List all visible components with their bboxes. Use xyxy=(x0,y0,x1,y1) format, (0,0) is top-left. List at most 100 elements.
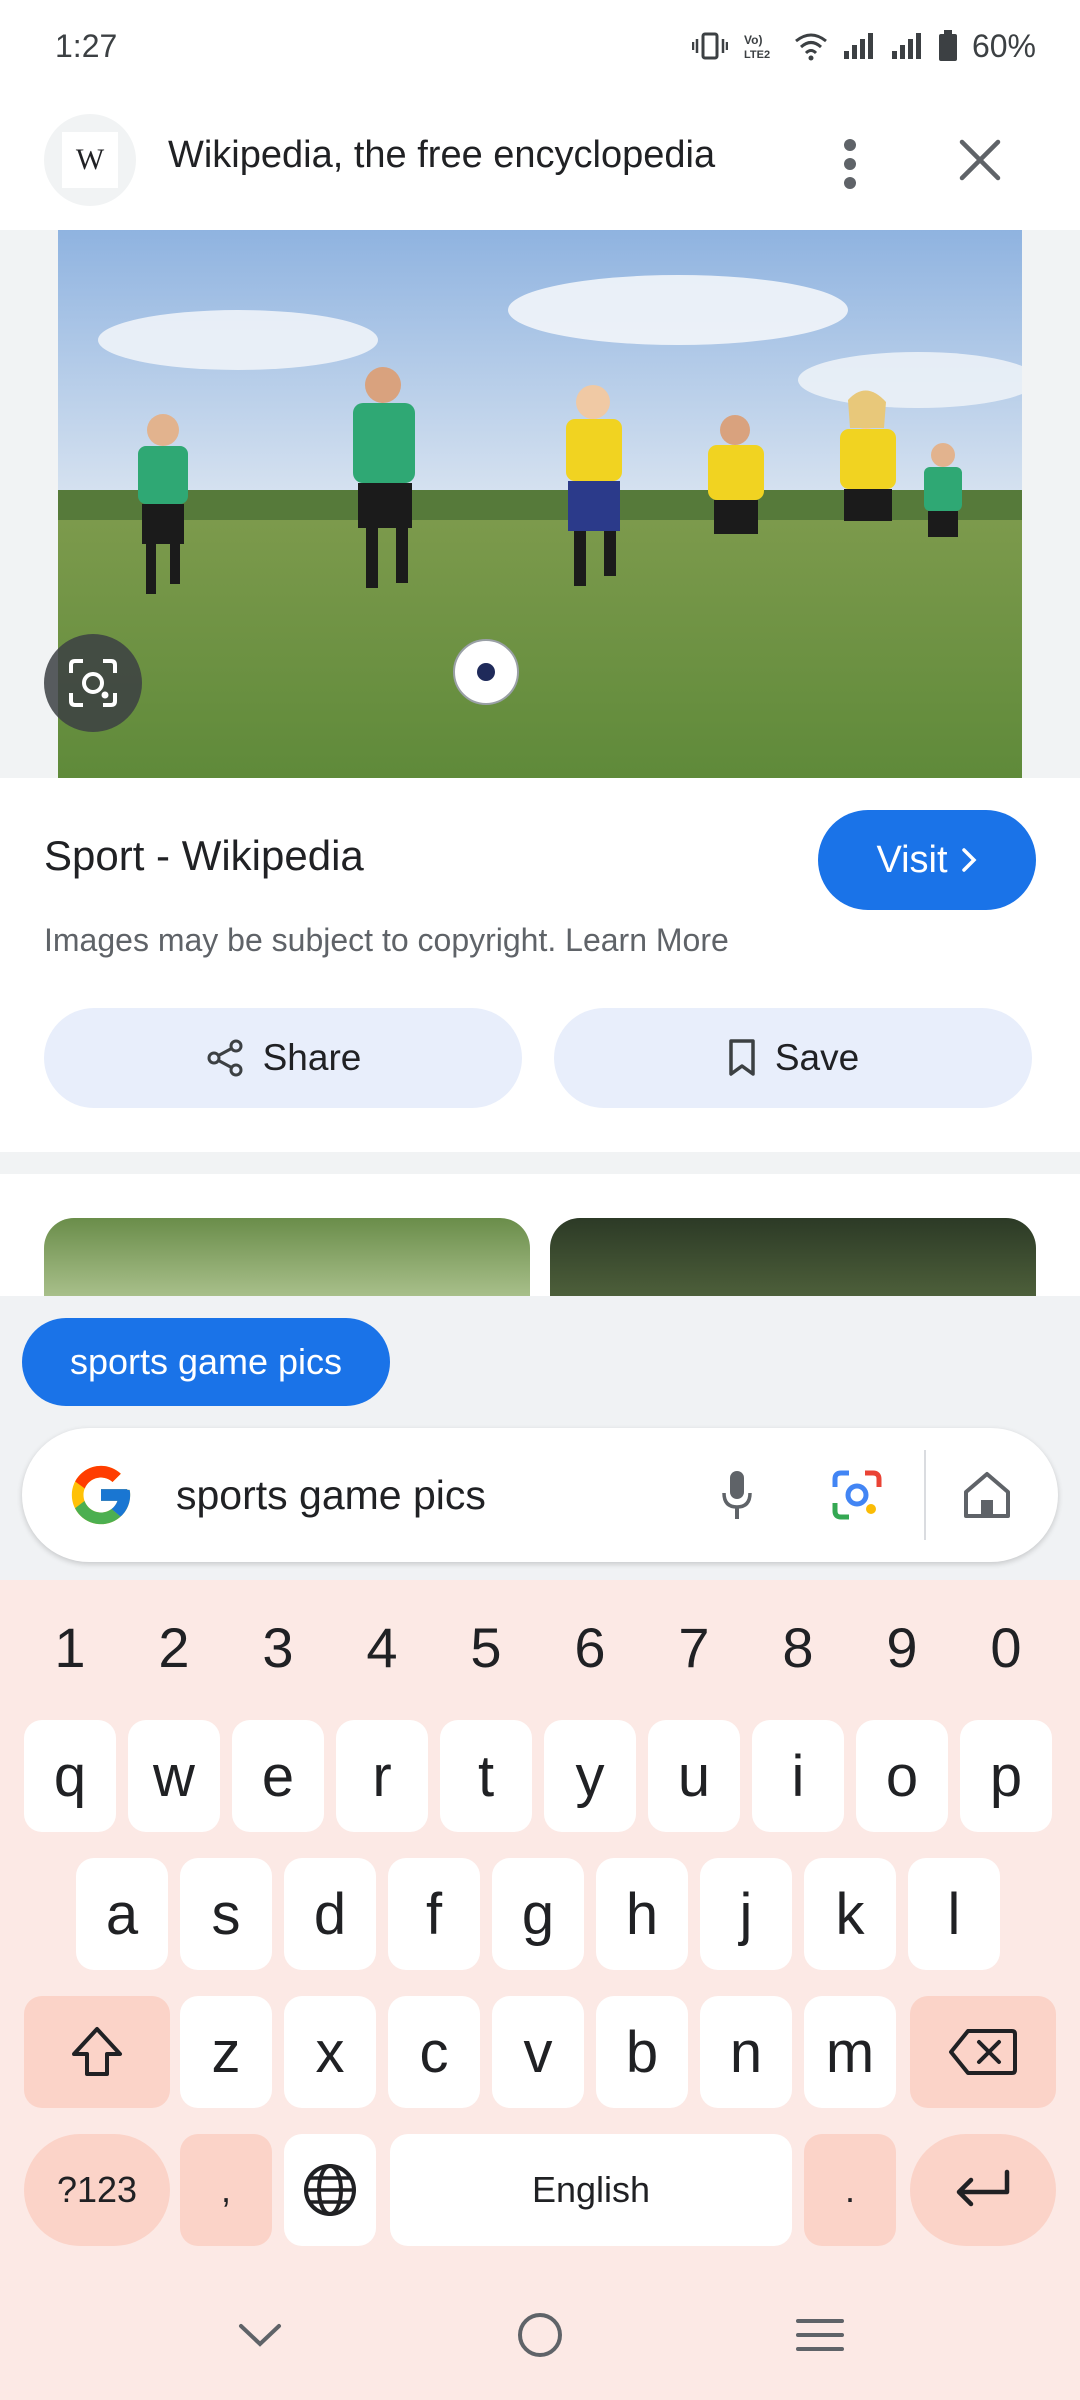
key-6[interactable]: 6 xyxy=(538,1602,642,1692)
key-t[interactable]: t xyxy=(440,1720,532,1832)
key-c[interactable]: c xyxy=(388,1996,480,2108)
shift-key[interactable] xyxy=(24,1996,170,2108)
save-label: Save xyxy=(774,1037,860,1078)
key-w[interactable]: w xyxy=(128,1720,220,1832)
svg-text:LTE2: LTE2 xyxy=(744,49,770,61)
share-button[interactable]: Share xyxy=(44,1008,522,1108)
close-icon xyxy=(959,139,1001,181)
key-a[interactable]: a xyxy=(76,1858,168,1970)
key-e[interactable]: e xyxy=(232,1720,324,1832)
key-k[interactable]: k xyxy=(804,1858,896,1970)
key-5[interactable]: 5 xyxy=(434,1602,538,1692)
comma-key[interactable]: , xyxy=(180,2134,272,2246)
key-f[interactable]: f xyxy=(388,1858,480,1970)
section-divider xyxy=(0,1152,1080,1174)
battery-percent: 60% xyxy=(971,27,1036,64)
wifi-icon xyxy=(795,33,827,61)
status-time: 1:27 xyxy=(55,27,118,64)
search-suggestion-chip[interactable]: sports game pics xyxy=(22,1318,390,1406)
key-u[interactable]: u xyxy=(648,1720,740,1832)
related-image-thumbnail[interactable] xyxy=(550,1218,1036,1296)
number-row: 1 2 3 4 5 6 7 8 9 0 xyxy=(0,1602,1080,1692)
key-q[interactable]: q xyxy=(24,1720,116,1832)
key-l[interactable]: l xyxy=(908,1858,1000,1970)
language-key[interactable] xyxy=(284,2134,376,2246)
key-b[interactable]: b xyxy=(596,1996,688,2108)
search-bar[interactable]: sports game pics xyxy=(22,1428,1058,1562)
visit-button[interactable]: Visit xyxy=(818,810,1036,910)
more-vert-icon xyxy=(844,139,856,189)
result-title: Sport - Wikipedia xyxy=(44,832,364,879)
vibrate-icon xyxy=(691,32,728,60)
key-1[interactable]: 1 xyxy=(18,1602,122,1692)
site-logo-letter: W xyxy=(62,132,118,188)
home-circle-icon xyxy=(518,2313,562,2357)
key-r[interactable]: r xyxy=(336,1720,428,1832)
space-key[interactable]: English xyxy=(390,2134,792,2246)
key-m[interactable]: m xyxy=(804,1996,896,2108)
svg-text:Vo): Vo) xyxy=(744,33,762,47)
signal-icon-2 xyxy=(891,33,921,59)
key-0[interactable]: 0 xyxy=(954,1602,1058,1692)
lens-icon xyxy=(69,659,117,707)
key-d[interactable]: d xyxy=(284,1858,376,1970)
home-icon xyxy=(964,1472,1010,1518)
lens-search-button[interactable] xyxy=(44,634,142,732)
key-p[interactable]: p xyxy=(960,1720,1052,1832)
search-input[interactable]: sports game pics xyxy=(176,1472,486,1519)
share-icon xyxy=(207,1039,243,1077)
google-lens-icon xyxy=(832,1470,882,1520)
status-icons: Vo) LTE2 60% xyxy=(691,27,1036,65)
key-h[interactable]: h xyxy=(596,1858,688,1970)
key-j[interactable]: j xyxy=(700,1858,792,1970)
key-2[interactable]: 2 xyxy=(122,1602,226,1692)
share-label: Share xyxy=(262,1037,362,1078)
key-v[interactable]: v xyxy=(492,1996,584,2108)
related-image-thumbnail[interactable] xyxy=(44,1218,530,1296)
key-7[interactable]: 7 xyxy=(642,1602,746,1692)
signal-icon xyxy=(843,33,873,59)
search-bar-separator xyxy=(924,1450,926,1540)
close-button[interactable] xyxy=(950,130,1010,190)
key-z[interactable]: z xyxy=(180,1996,272,2108)
key-g[interactable]: g xyxy=(492,1858,584,1970)
visit-label: Visit xyxy=(876,838,948,881)
key-9[interactable]: 9 xyxy=(850,1602,954,1692)
google-logo-icon xyxy=(71,1465,131,1525)
key-4[interactable]: 4 xyxy=(330,1602,434,1692)
enter-icon xyxy=(956,2169,1010,2207)
key-3[interactable]: 3 xyxy=(226,1602,330,1692)
key-y[interactable]: y xyxy=(544,1720,636,1832)
mic-icon xyxy=(722,1471,752,1519)
voice-search-button[interactable] xyxy=(702,1460,772,1530)
status-bar: 1:27 Vo) LTE2 60% xyxy=(0,0,1080,92)
copyright-notice[interactable]: Images may be subject to copyright. Lear… xyxy=(44,922,729,959)
key-s[interactable]: s xyxy=(180,1858,272,1970)
globe-icon xyxy=(304,2164,356,2216)
backspace-icon xyxy=(949,2029,1017,2075)
home-button[interactable] xyxy=(952,1460,1022,1530)
volte-icon: Vo) LTE2 xyxy=(744,33,770,61)
key-o[interactable]: o xyxy=(856,1720,948,1832)
bookmark-icon xyxy=(729,1039,755,1076)
page-title: Wikipedia, the free encyclopedia xyxy=(168,134,716,176)
chevron-right-icon xyxy=(961,848,977,872)
key-8[interactable]: 8 xyxy=(746,1602,850,1692)
key-n[interactable]: n xyxy=(700,1996,792,2108)
site-logo: W xyxy=(44,114,136,206)
period-key[interactable]: . xyxy=(804,2134,896,2246)
page-header: W Wikipedia, the free encyclopedia xyxy=(0,104,1080,228)
more-options-button[interactable] xyxy=(820,124,880,204)
save-button[interactable]: Save xyxy=(554,1008,1032,1108)
lens-camera-button[interactable] xyxy=(822,1460,892,1530)
menu-icon xyxy=(796,2319,844,2351)
battery-icon xyxy=(938,30,957,61)
key-i[interactable]: i xyxy=(752,1720,844,1832)
enter-key[interactable] xyxy=(910,2134,1056,2246)
symbols-key[interactable]: ?123 xyxy=(24,2134,170,2246)
result-image[interactable] xyxy=(58,230,1022,778)
backspace-key[interactable] xyxy=(910,1996,1056,2108)
key-x[interactable]: x xyxy=(284,1996,376,2108)
shift-icon xyxy=(72,2027,122,2076)
system-nav-bar xyxy=(0,2270,1080,2400)
